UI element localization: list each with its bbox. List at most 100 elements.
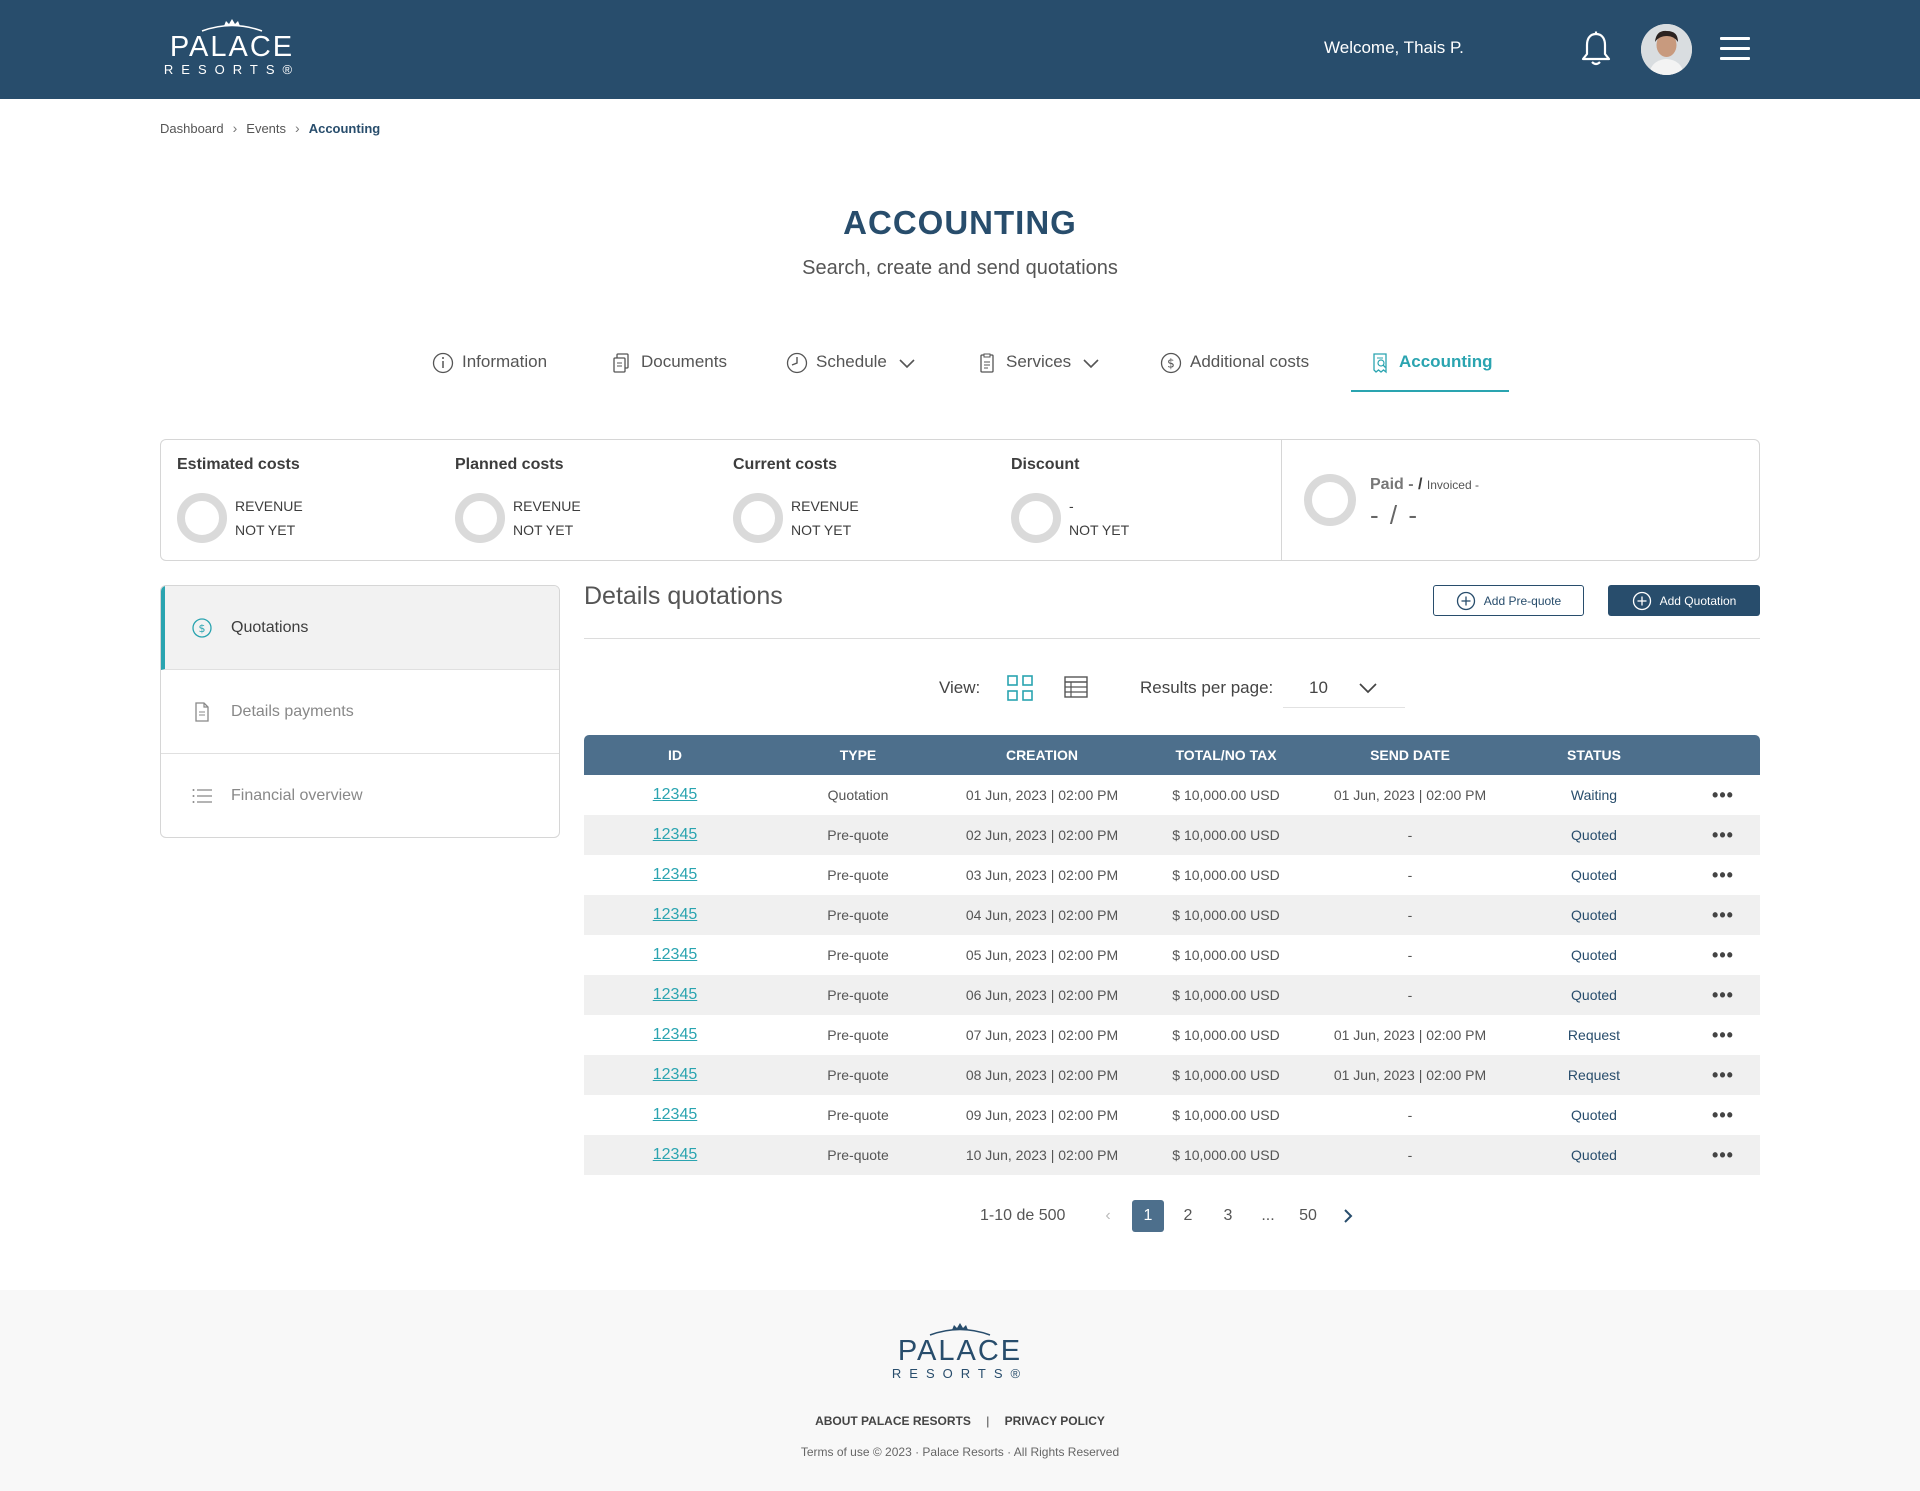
cost-label: Estimated costs bbox=[177, 456, 300, 473]
quotation-creation: 02 Jun, 2023 | 02:00 PM bbox=[965, 827, 1119, 843]
quotation-id-link[interactable]: 12345 bbox=[584, 775, 766, 815]
column-header-id[interactable]: ID bbox=[584, 735, 766, 775]
next-page-icon[interactable] bbox=[1340, 1207, 1356, 1225]
column-header-type[interactable]: TYPE bbox=[766, 735, 950, 775]
quotation-creation: 09 Jun, 2023 | 02:00 PM bbox=[965, 1107, 1119, 1123]
plus-circle-icon bbox=[1632, 591, 1651, 610]
breadcrumb: Dashboard › Events › Accounting bbox=[160, 120, 380, 136]
quotation-total: $ 10,000.00 USD bbox=[1172, 787, 1280, 803]
results-per-page-select[interactable]: 10 bbox=[1283, 672, 1405, 708]
more-options-icon[interactable]: ••• bbox=[1686, 1135, 1760, 1175]
page-button-1[interactable]: 1 bbox=[1132, 1200, 1164, 1232]
page-button-3[interactable]: 3 bbox=[1212, 1200, 1244, 1232]
add-prequote-button[interactable]: Add Pre-quote bbox=[1433, 585, 1584, 616]
quotation-total: $ 10,000.00 USD bbox=[1172, 1067, 1280, 1083]
tab-documents[interactable]: Documents bbox=[611, 352, 727, 392]
quotation-creation: 07 Jun, 2023 | 02:00 PM bbox=[965, 1027, 1119, 1043]
quotation-id-link[interactable]: 12345 bbox=[584, 855, 766, 895]
avatar-photo-icon bbox=[1641, 24, 1692, 75]
tab-services[interactable]: Services bbox=[976, 352, 1099, 392]
quotation-id-link[interactable]: 12345 bbox=[584, 935, 766, 975]
more-options-icon[interactable]: ••• bbox=[1686, 975, 1760, 1015]
table-row: 12345 Quotation 01 Jun, 2023 | 02:00 PM … bbox=[584, 775, 1760, 815]
breadcrumb-accounting: Accounting bbox=[308, 120, 381, 136]
list-icon bbox=[192, 789, 212, 803]
tab-label: Schedule bbox=[816, 352, 887, 371]
grid-view-icon[interactable] bbox=[1007, 675, 1033, 701]
divider bbox=[1281, 440, 1282, 560]
quotation-id-link[interactable]: 12345 bbox=[584, 975, 766, 1015]
quotation-total: $ 10,000.00 USD bbox=[1172, 1107, 1280, 1123]
palace-resorts-logo[interactable]: PALACE RESORTS® bbox=[162, 18, 302, 77]
current-costs: Current costs REVENUE NOT YET bbox=[733, 456, 993, 543]
tab-label: Accounting bbox=[1399, 352, 1493, 371]
quotation-type: Pre-quote bbox=[827, 827, 889, 843]
welcome-text: Welcome, Thais P. bbox=[1324, 38, 1464, 57]
previous-page-icon[interactable]: ‹ bbox=[1100, 1207, 1116, 1225]
quotation-total: $ 10,000.00 USD bbox=[1172, 827, 1280, 843]
page-button-2[interactable]: 2 bbox=[1172, 1200, 1204, 1232]
more-options-icon[interactable]: ••• bbox=[1686, 1095, 1760, 1135]
about-link[interactable]: ABOUT PALACE RESORTS bbox=[815, 1414, 971, 1428]
palace-resorts-logo[interactable]: PALACE RESORTS® bbox=[890, 1322, 1030, 1381]
quotation-type: Pre-quote bbox=[827, 987, 889, 1003]
side-item-quotations[interactable]: $ Quotations bbox=[161, 586, 559, 670]
more-options-icon[interactable]: ••• bbox=[1686, 935, 1760, 975]
more-options-icon[interactable]: ••• bbox=[1686, 855, 1760, 895]
discount: Discount - NOT YET bbox=[1011, 456, 1271, 543]
logo-sub: RESORTS® bbox=[163, 62, 301, 77]
table-view-icon[interactable] bbox=[1064, 676, 1088, 698]
column-header-total[interactable]: TOTAL/NO TAX bbox=[1134, 735, 1318, 775]
cost-summary: Estimated costs REVENUE NOT YET Planned … bbox=[160, 439, 1760, 561]
table-row: 12345 Pre-quote 10 Jun, 2023 | 02:00 PM … bbox=[584, 1135, 1760, 1175]
column-header-send-date[interactable]: SEND DATE bbox=[1318, 735, 1502, 775]
quotation-status: Quoted bbox=[1571, 1107, 1617, 1123]
pagination-range: 1-10 de 500 bbox=[980, 1207, 1066, 1224]
hamburger-menu-icon[interactable] bbox=[1720, 37, 1750, 61]
quotation-type: Pre-quote bbox=[827, 1107, 889, 1123]
more-options-icon[interactable]: ••• bbox=[1686, 1015, 1760, 1055]
breadcrumb-dashboard[interactable]: Dashboard bbox=[160, 121, 224, 136]
quotation-send-date: - bbox=[1407, 1147, 1413, 1163]
quotation-id-link[interactable]: 12345 bbox=[584, 1095, 766, 1135]
tab-accounting[interactable]: Accounting bbox=[1351, 352, 1508, 392]
bell-icon[interactable] bbox=[1580, 31, 1612, 67]
page-title: ACCOUNTING bbox=[843, 204, 1077, 241]
paid-invoiced-label: Paid - / Invoiced - bbox=[1370, 476, 1479, 494]
tab-information[interactable]: Information bbox=[432, 352, 547, 392]
avatar[interactable] bbox=[1641, 24, 1692, 75]
quotation-id-link[interactable]: 12345 bbox=[584, 815, 766, 855]
svg-text:$: $ bbox=[199, 622, 206, 635]
tab-schedule[interactable]: Schedule bbox=[786, 352, 915, 392]
progress-ring bbox=[1304, 474, 1356, 526]
quotation-id-link[interactable]: 12345 bbox=[584, 1055, 766, 1095]
quotation-type: Pre-quote bbox=[827, 1027, 889, 1043]
more-options-icon[interactable]: ••• bbox=[1686, 815, 1760, 855]
breadcrumb-events[interactable]: Events bbox=[246, 121, 286, 136]
more-options-icon[interactable]: ••• bbox=[1686, 775, 1760, 815]
progress-ring bbox=[455, 493, 505, 543]
quotation-id-link[interactable]: 12345 bbox=[584, 1135, 766, 1175]
tab-additional-costs[interactable]: $ Additional costs bbox=[1160, 352, 1309, 392]
privacy-policy-link[interactable]: PRIVACY POLICY bbox=[1005, 1414, 1105, 1428]
quotation-status: Quoted bbox=[1571, 987, 1617, 1003]
cost-label: Planned costs bbox=[455, 456, 564, 473]
page-button-50[interactable]: 50 bbox=[1292, 1200, 1324, 1232]
cost-line2: NOT YET bbox=[235, 522, 296, 538]
add-quotation-button[interactable]: Add Quotation bbox=[1608, 585, 1760, 616]
column-header-actions bbox=[1686, 735, 1760, 775]
quotation-send-date: 01 Jun, 2023 | 02:00 PM bbox=[1333, 1027, 1487, 1043]
column-header-status[interactable]: STATUS bbox=[1502, 735, 1686, 775]
column-header-creation[interactable]: CREATION bbox=[950, 735, 1134, 775]
quotation-type: Pre-quote bbox=[827, 947, 889, 963]
cost-line2: NOT YET bbox=[1069, 522, 1130, 538]
view-label: View: bbox=[939, 678, 981, 697]
more-options-icon[interactable]: ••• bbox=[1686, 895, 1760, 935]
quotation-id-link[interactable]: 12345 bbox=[584, 895, 766, 935]
quotation-id-link[interactable]: 12345 bbox=[584, 1015, 766, 1055]
more-options-icon[interactable]: ••• bbox=[1686, 1055, 1760, 1095]
pagination: 1-10 de 500 ‹ 1 2 3 ... 50 bbox=[0, 1200, 1920, 1232]
quotation-creation: 10 Jun, 2023 | 02:00 PM bbox=[965, 1147, 1119, 1163]
dollar-circle-icon: $ bbox=[192, 617, 212, 638]
side-item-financial-overview[interactable]: Financial overview bbox=[161, 754, 559, 837]
